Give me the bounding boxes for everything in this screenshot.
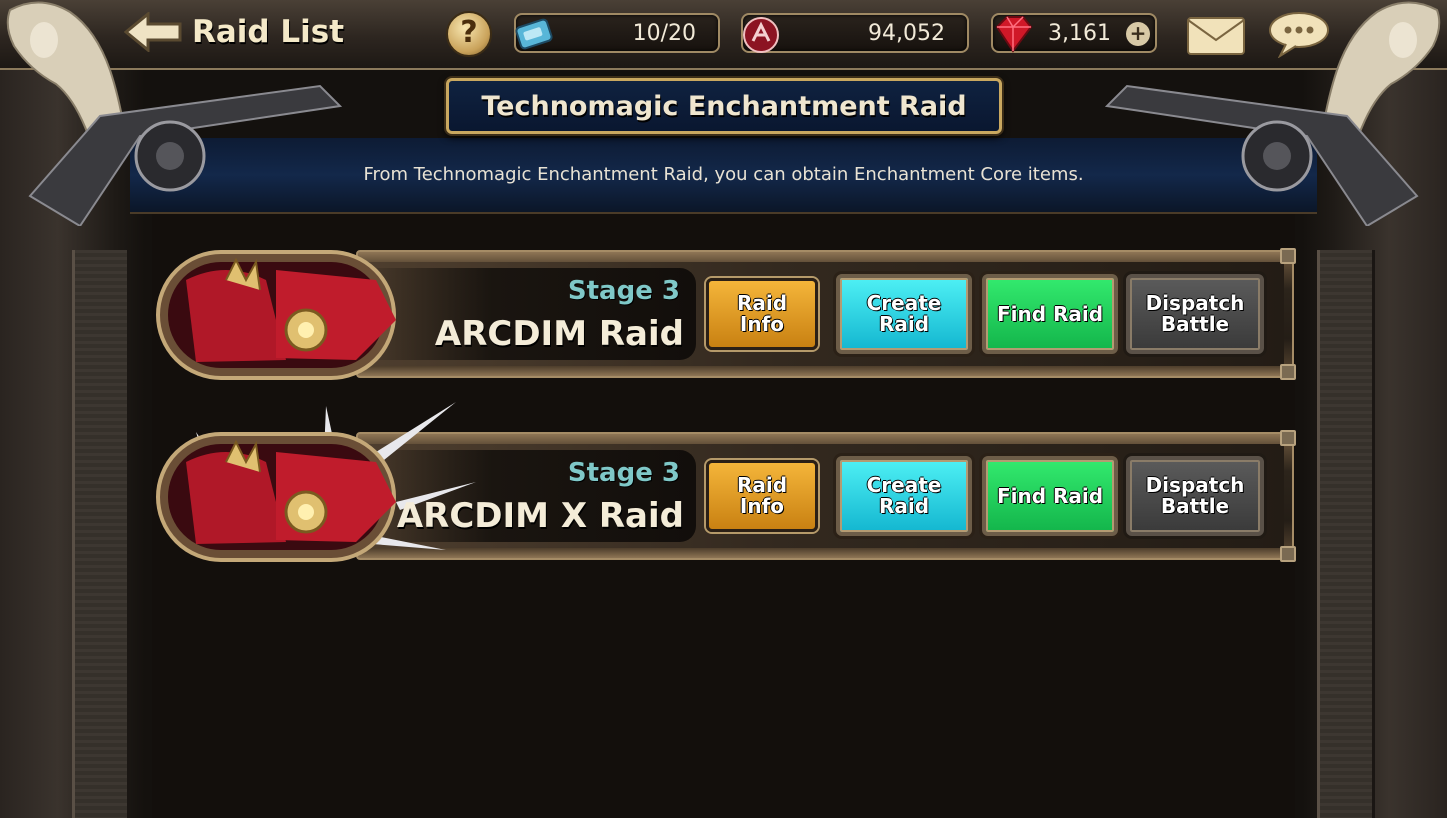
- gem-value: 3,161: [1048, 21, 1111, 46]
- top-bar: Raid List ? 10/20 94,052 3,161 +: [0, 0, 1447, 70]
- raid-ticket-icon: [515, 18, 553, 50]
- buy-gems-button[interactable]: +: [1126, 22, 1150, 46]
- page-title: Raid List: [192, 14, 345, 50]
- banner-description: From Technomagic Enchantment Raid, you c…: [363, 164, 1084, 185]
- dispatch-battle-button[interactable]: Dispatch Battle: [1126, 274, 1264, 354]
- back-arrow-icon: [123, 10, 182, 54]
- corner-bolt: [1280, 248, 1296, 264]
- raid-points-counter: 94,052: [741, 13, 969, 53]
- raid-row-arcdim: Stage 3 ARCDIM Raid Raid Info Create Rai…: [156, 248, 1296, 380]
- arcdim-x-boss-portrait: [156, 402, 476, 562]
- help-button[interactable]: ?: [446, 11, 492, 57]
- ruby-gem-icon: [995, 16, 1033, 53]
- back-button[interactable]: [123, 10, 184, 54]
- left-pillar: [72, 250, 130, 818]
- raid-row-arcdim-x: Stage 3 ARCDIM X Raid Raid Info Create R…: [156, 402, 1296, 562]
- stamina-counter: 10/20: [514, 13, 720, 53]
- raid-banner: Technomagic Enchantment Raid From Techno…: [0, 72, 1447, 226]
- raid-stage: Stage 3: [567, 458, 680, 488]
- mail-icon: [1187, 17, 1245, 55]
- weapon-ornament-left: [28, 84, 343, 226]
- gem-counter: 3,161 +: [991, 13, 1157, 53]
- raid-stage: Stage 3: [567, 276, 680, 306]
- raid-info-button[interactable]: Raid Info: [706, 278, 818, 350]
- mail-button[interactable]: [1186, 14, 1246, 56]
- corner-bolt: [1280, 546, 1296, 562]
- raid-info-button[interactable]: Raid Info: [706, 460, 818, 532]
- raid-emblem-icon: [743, 17, 779, 53]
- banner-title: Technomagic Enchantment Raid: [481, 91, 967, 122]
- stamina-value: 10/20: [632, 21, 696, 46]
- banner-title-plate: Technomagic Enchantment Raid: [446, 78, 1002, 134]
- find-raid-button[interactable]: Find Raid: [982, 274, 1118, 354]
- corner-bolt: [1280, 430, 1296, 446]
- weapon-ornament-right: [1104, 84, 1419, 226]
- arcdim-boss-portrait: [156, 250, 396, 380]
- create-raid-button[interactable]: Create Raid: [836, 274, 972, 354]
- corner-bolt: [1280, 364, 1296, 380]
- create-raid-button[interactable]: Create Raid: [836, 456, 972, 536]
- dispatch-battle-button[interactable]: Dispatch Battle: [1126, 456, 1264, 536]
- raid-points-value: 94,052: [868, 21, 945, 46]
- raid-name: ARCDIM Raid: [434, 314, 684, 354]
- right-pillar: [1317, 250, 1375, 818]
- find-raid-button[interactable]: Find Raid: [982, 456, 1118, 536]
- raid-name: ARCDIM X Raid: [396, 496, 684, 536]
